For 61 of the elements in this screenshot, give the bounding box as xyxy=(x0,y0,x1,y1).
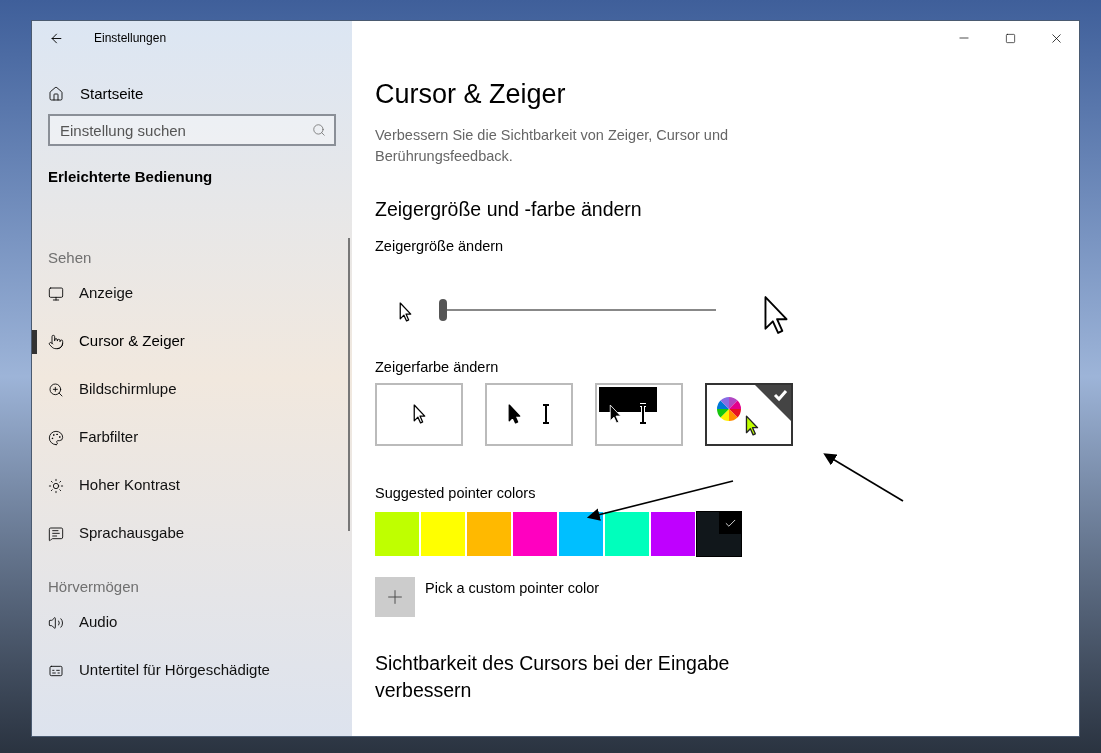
hand-pointer-icon xyxy=(48,333,64,350)
small-pointer-icon xyxy=(399,301,412,322)
nav-item[interactable]: Hoher Kontrast xyxy=(32,473,352,498)
slider-thumb[interactable] xyxy=(439,298,447,321)
pointer-icon xyxy=(412,404,426,424)
page-title: Cursor & Zeiger xyxy=(375,78,567,111)
nav-item[interactable]: Sprachausgabe xyxy=(32,521,352,546)
color-swatch[interactable] xyxy=(513,512,557,557)
color-swatch[interactable] xyxy=(375,512,419,557)
field-label: Pick a custom pointer color xyxy=(425,579,600,599)
search-icon xyxy=(312,123,326,137)
field-label: Suggested pointer colors xyxy=(375,483,536,503)
selection-bar xyxy=(32,329,37,354)
color-swatch[interactable] xyxy=(697,512,741,557)
description: Verbessern Sie die Sichtbarkeit von Zeiger, Cursor und Berührungsfeedback. xyxy=(375,126,730,166)
nav-item[interactable]: Audio xyxy=(32,610,352,635)
nav-item[interactable]: Untertitel für Hörgeschädigte xyxy=(32,658,352,683)
check-icon xyxy=(719,512,741,535)
sun-icon xyxy=(48,477,64,494)
color-swatch[interactable] xyxy=(559,512,603,557)
back-button[interactable] xyxy=(48,30,64,46)
pointer-icon xyxy=(745,414,759,436)
color-swatch[interactable] xyxy=(467,512,511,557)
color-wheel-icon xyxy=(717,396,741,421)
nav-item[interactable]: Farbfilter xyxy=(32,425,352,450)
pointer-color-option[interactable] xyxy=(485,382,573,446)
large-pointer-icon xyxy=(763,294,789,335)
inverted-area xyxy=(599,386,657,412)
pointer-icon xyxy=(507,404,521,424)
add-color-button[interactable] xyxy=(375,577,415,618)
pointer-color-option[interactable] xyxy=(595,382,683,446)
pointer-color-option[interactable] xyxy=(705,382,793,446)
nav-item[interactable]: Startseite xyxy=(32,82,352,106)
search-field[interactable]: Einstellung suchen xyxy=(48,114,336,146)
slider-track[interactable] xyxy=(439,298,716,321)
field-label: Zeigerfarbe ändern xyxy=(375,357,499,377)
window-title: Einstellungen xyxy=(94,30,167,47)
color-swatch[interactable] xyxy=(421,512,465,557)
nav-item[interactable]: Cursor & Zeiger xyxy=(32,329,352,354)
nav-item[interactable]: Bildschirmlupe xyxy=(32,377,352,402)
home-icon xyxy=(48,86,64,102)
category-title: Erleichterte Bedienung xyxy=(47,167,214,187)
pointer-color-option[interactable] xyxy=(375,382,463,446)
section-title: Zeigergröße und -farbe ändern xyxy=(375,197,643,222)
nav-item[interactable]: Anzeige xyxy=(32,281,352,306)
field-label: Zeigergröße ändern xyxy=(375,237,504,256)
section-title: Sichtbarkeit des Cursors bei der Eingabe verbessern xyxy=(375,651,731,704)
speaker-icon xyxy=(48,614,64,631)
checkmark-corner-icon xyxy=(755,384,791,421)
palette-icon xyxy=(48,429,64,446)
text-cursor-icon xyxy=(638,402,648,425)
color-swatch[interactable] xyxy=(605,512,649,557)
section-heading: Sehen xyxy=(47,247,93,267)
text-cursor-icon xyxy=(540,403,551,425)
speech-bubble-icon xyxy=(48,525,64,542)
pointer-icon xyxy=(609,403,622,424)
color-swatch[interactable] xyxy=(651,512,695,557)
maximize-icon xyxy=(1004,32,1016,44)
section-heading: Hörvermögen xyxy=(47,576,140,596)
monitor-icon xyxy=(48,285,64,302)
zoom-in-icon xyxy=(48,381,64,398)
